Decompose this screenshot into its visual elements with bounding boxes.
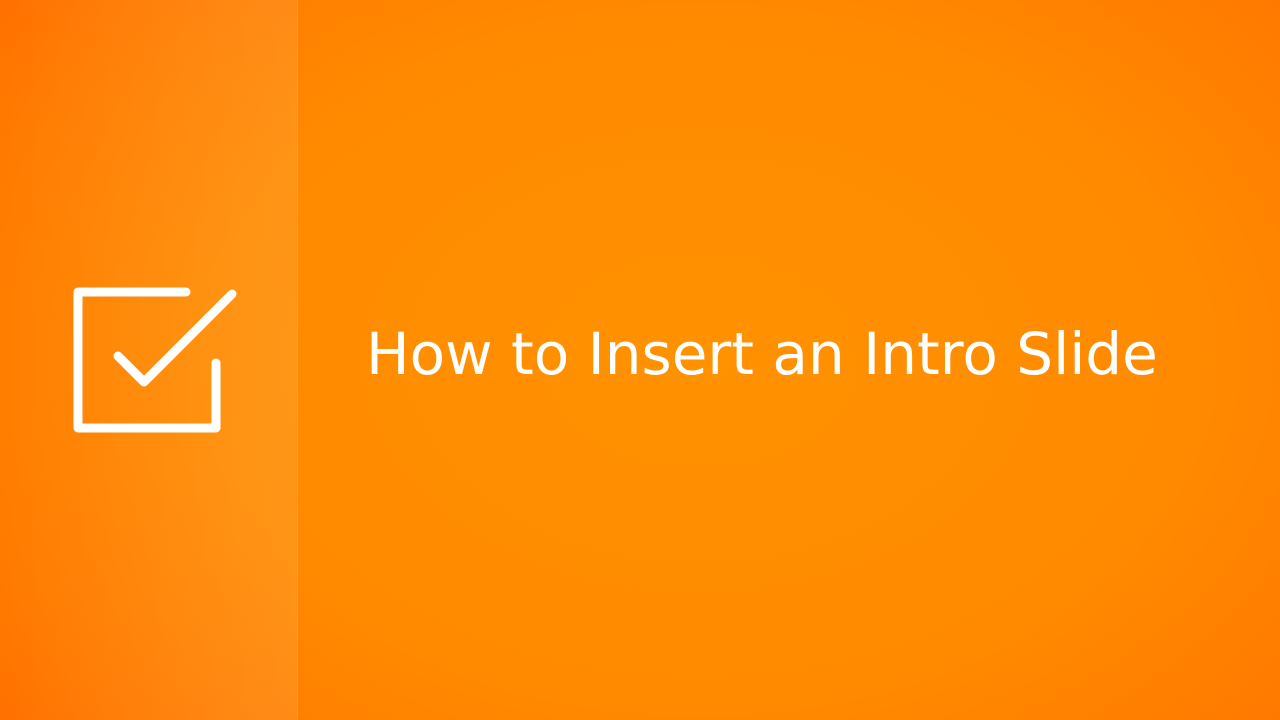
slide-title: How to Insert an Intro Slide: [366, 320, 1158, 388]
checkbox-checked-icon: [73, 287, 237, 433]
intro-slide: How to Insert an Intro Slide: [0, 0, 1280, 720]
